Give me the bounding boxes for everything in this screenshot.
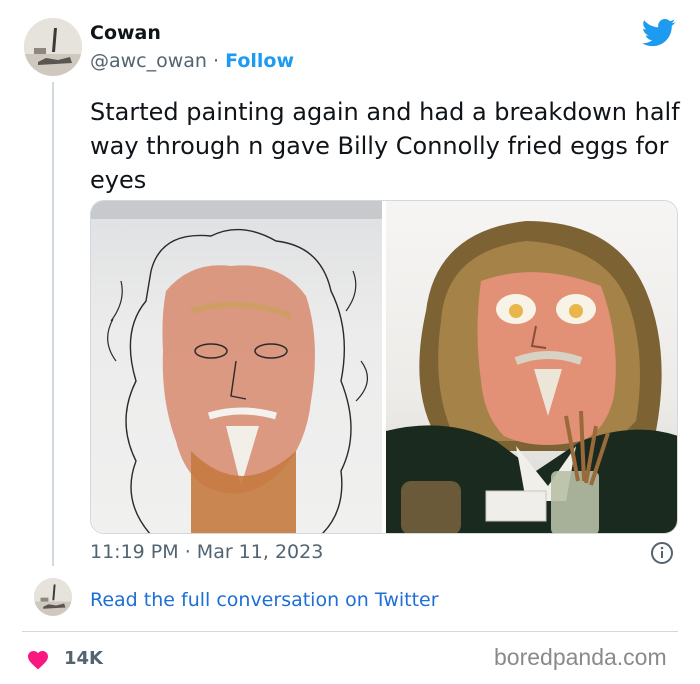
conversation-avatar (34, 578, 72, 616)
author-handle[interactable]: @awc_owan (90, 50, 207, 72)
info-icon[interactable] (650, 541, 674, 565)
tweet-date: Mar 11, 2023 (196, 541, 324, 563)
twitter-bird-icon[interactable] (642, 18, 676, 48)
source-watermark: boredpanda.com (494, 644, 667, 670)
time-separator-dot: · (184, 541, 191, 563)
painting-sketch-image[interactable] (91, 201, 382, 533)
read-conversation-link[interactable]: Read the full conversation on Twitter (90, 589, 439, 611)
timestamp[interactable]: 11:19 PM · Mar 11, 2023 (90, 541, 323, 563)
author-name[interactable]: Cowan (90, 22, 161, 44)
footer-divider (22, 631, 678, 632)
like-count: 14K (64, 648, 103, 669)
tweet-media[interactable] (90, 200, 678, 534)
follow-button[interactable]: Follow (225, 50, 294, 72)
thread-line (52, 82, 54, 566)
tweet-time: 11:19 PM (90, 541, 179, 563)
handle-row: @awc_owan · Follow (90, 50, 294, 72)
painting-finished-image[interactable] (386, 201, 677, 533)
tweet-text: Started painting again and had a breakdo… (90, 98, 680, 194)
heart-icon[interactable] (26, 648, 50, 670)
separator-dot: · (213, 50, 220, 72)
author-avatar[interactable] (24, 18, 82, 76)
